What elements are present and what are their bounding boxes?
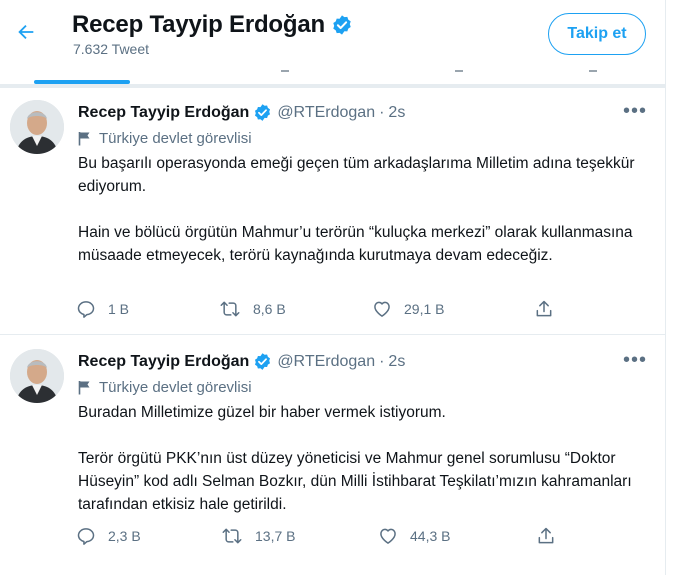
reply-icon: [77, 528, 95, 545]
share-icon: [538, 527, 554, 544]
profile-header: Recep Tayyip Erdoğan 7.632 Tweet Takip e…: [0, 0, 665, 67]
reply-icon: [77, 301, 95, 318]
more-button[interactable]: •••: [623, 349, 647, 372]
tweet-header: Recep Tayyip Erdoğan @RTErdogan · 2s: [78, 103, 405, 122]
tweet-author-handle[interactable]: @RTErdogan: [277, 353, 375, 371]
flag-icon: [78, 132, 90, 146]
account-label[interactable]: Türkiye devlet görevlisi: [78, 130, 252, 147]
tweet-count: 7.632 Tweet: [73, 41, 150, 57]
back-button[interactable]: [10, 16, 42, 48]
avatar-image: [10, 349, 64, 403]
more-icon: •••: [623, 100, 648, 122]
separator-dot: ·: [379, 352, 385, 370]
like-icon: [380, 528, 396, 544]
tweet-paragraph: Bu başarılı operasyonda emeği geçen tüm …: [78, 155, 635, 195]
tweet-paragraph: Terör örgütü PKK’nın üst düzey yöneticis…: [78, 450, 632, 513]
retweet-button[interactable]: 8,6 B: [219, 299, 286, 319]
verified-badge-icon: [333, 15, 351, 35]
tweet-author-handle[interactable]: @RTErdogan: [277, 104, 375, 122]
reply-count: 2,3 B: [108, 528, 141, 544]
tab-edge: [281, 66, 289, 72]
profile-title: Recep Tayyip Erdoğan: [72, 11, 353, 39]
tweet-actions: 1 B 8,6 B 29,1 B: [76, 299, 576, 323]
tweet-timestamp[interactable]: 2s: [388, 353, 405, 371]
account-label[interactable]: Türkiye devlet görevlisi: [78, 379, 252, 396]
like-button[interactable]: 29,1 B: [372, 299, 444, 319]
back-arrow-icon: [18, 24, 34, 40]
separator-dot: ·: [379, 103, 385, 121]
tab-edge: [589, 66, 597, 72]
share-button[interactable]: [536, 526, 568, 546]
reply-count: 1 B: [108, 301, 130, 317]
tweet[interactable]: Recep Tayyip Erdoğan @RTErdogan · 2s •••…: [0, 88, 665, 335]
tweet-author-name[interactable]: Recep Tayyip Erdoğan: [78, 353, 249, 371]
tweet-actions: 2,3 B 13,7 B 44,3 B: [76, 526, 576, 550]
account-label-text: Türkiye devlet görevlisi: [99, 130, 252, 147]
verified-badge-icon: [255, 104, 271, 121]
retweet-icon: [220, 301, 240, 317]
verified-badge-icon: [255, 353, 271, 370]
retweet-count: 13,7 B: [255, 528, 296, 544]
flag-icon: [78, 381, 90, 395]
share-icon: [536, 300, 552, 317]
retweet-count: 8,6 B: [253, 301, 286, 317]
reply-button[interactable]: 2,3 B: [76, 526, 141, 546]
tweet-header: Recep Tayyip Erdoğan @RTErdogan · 2s: [78, 352, 405, 371]
more-button[interactable]: •••: [623, 100, 647, 123]
reply-button[interactable]: 1 B: [76, 299, 129, 319]
avatar-image: [10, 100, 64, 154]
tweet-author-name[interactable]: Recep Tayyip Erdoğan: [78, 104, 249, 122]
tweet-timestamp[interactable]: 2s: [388, 104, 405, 122]
like-count: 44,3 B: [410, 528, 451, 544]
more-icon: •••: [623, 349, 648, 371]
profile-name: Recep Tayyip Erdoğan: [72, 11, 325, 38]
follow-button[interactable]: Takip et: [548, 13, 646, 55]
tweet-paragraph: Hain ve bölücü örgütün Mahmur’u terörün …: [78, 224, 633, 264]
like-count: 29,1 B: [404, 301, 445, 317]
avatar[interactable]: [10, 100, 64, 154]
like-button[interactable]: 44,3 B: [378, 526, 450, 546]
like-icon: [374, 301, 390, 317]
tweet-text: Bu başarılı operasyonda emeği geçen tüm …: [78, 152, 648, 267]
tab-edge: [455, 66, 463, 72]
avatar[interactable]: [10, 349, 64, 403]
retweet-icon: [222, 528, 242, 544]
share-button[interactable]: [534, 299, 566, 319]
tweet-text: Buradan Milletimize güzel bir haber verm…: [78, 401, 648, 516]
tweet-paragraph: Buradan Milletimize güzel bir haber verm…: [78, 404, 446, 421]
timeline-column: Recep Tayyip Erdoğan 7.632 Tweet Takip e…: [0, 0, 666, 575]
window-edge: [666, 0, 678, 575]
account-label-text: Türkiye devlet görevlisi: [99, 379, 252, 396]
retweet-button[interactable]: 13,7 B: [221, 526, 295, 546]
tweet[interactable]: Recep Tayyip Erdoğan @RTErdogan · 2s •••…: [0, 335, 665, 575]
